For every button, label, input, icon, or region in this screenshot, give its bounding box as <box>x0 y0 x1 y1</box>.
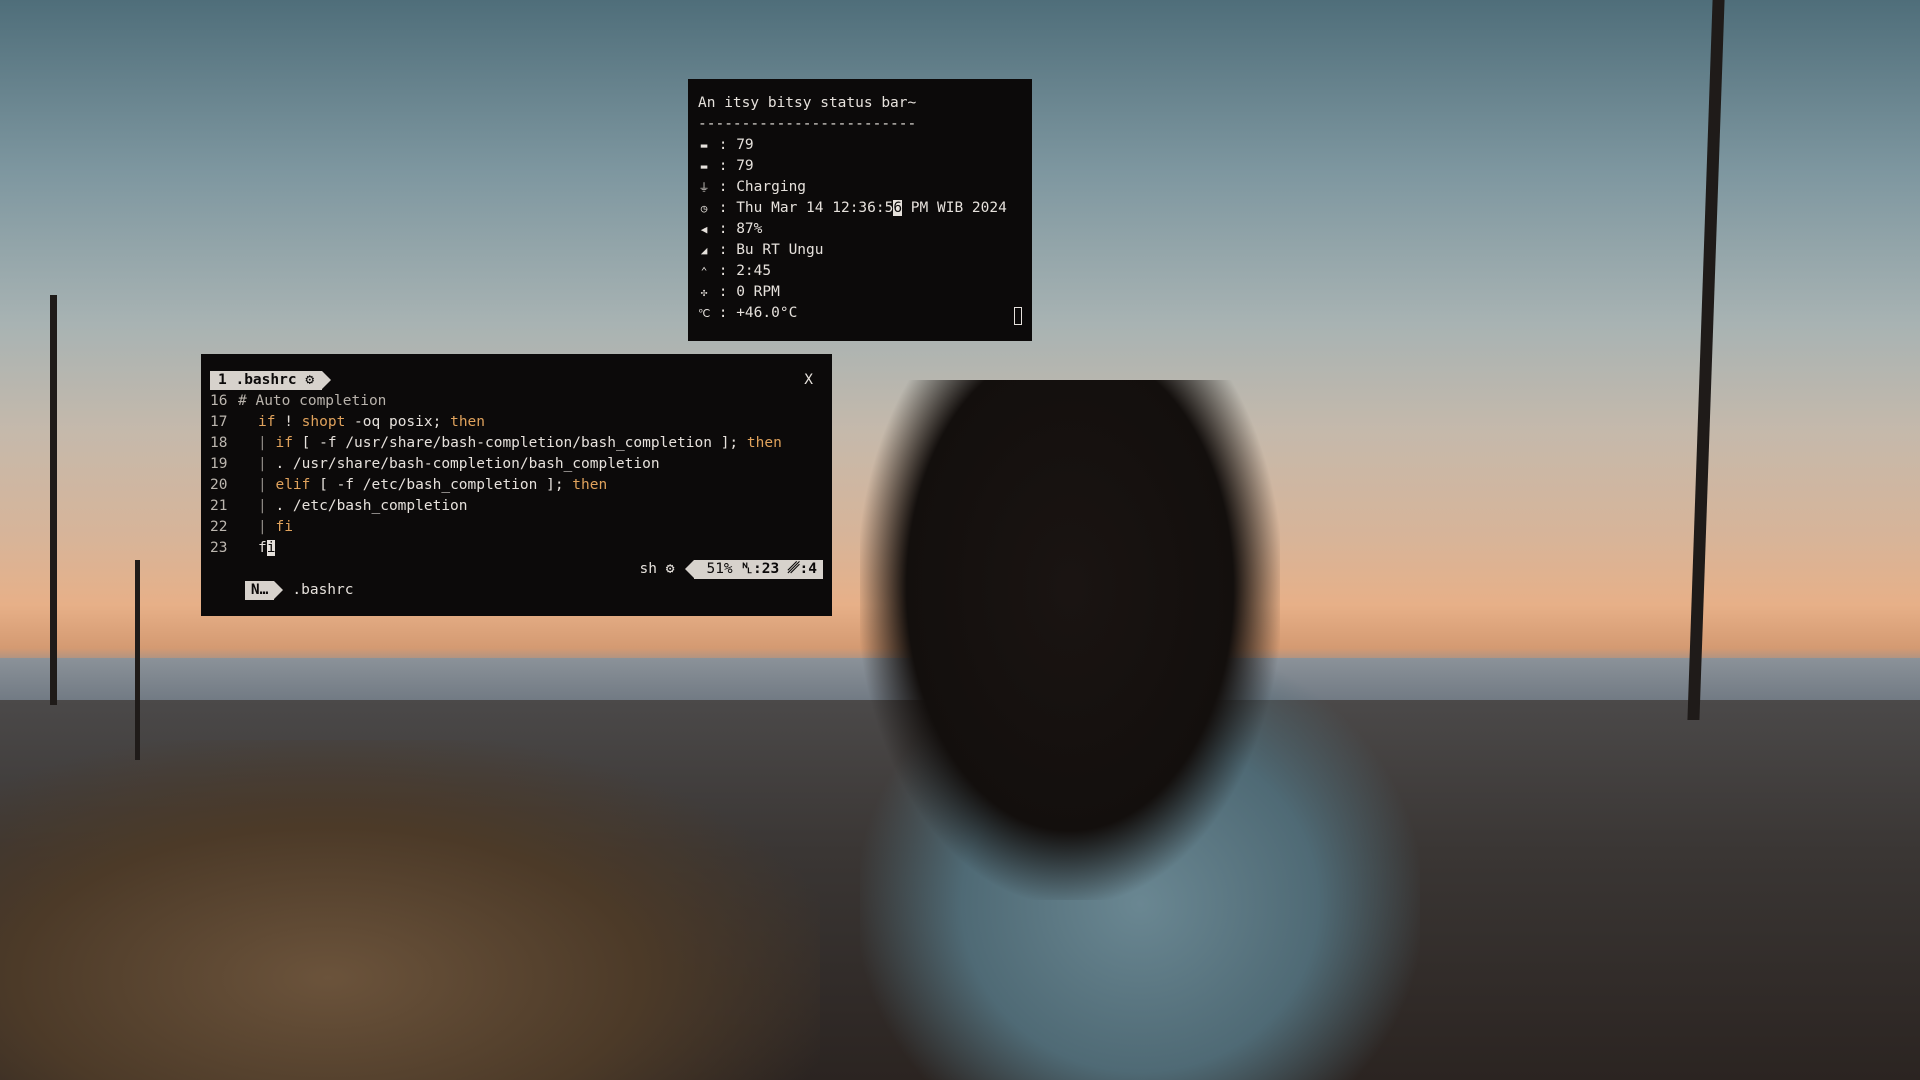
battery-value: 79 <box>736 158 754 174</box>
code-text: | elif [ -f /etc/bash_completion ]; then <box>258 477 608 493</box>
uptime-value: 2:45 <box>736 263 772 279</box>
clock-icon: ◷ <box>700 202 708 215</box>
gear-icon: ⚙ <box>305 372 315 388</box>
code-line[interactable]: 16 # Auto completion <box>210 391 823 412</box>
memory-value: 79 <box>736 137 754 153</box>
memory-icon: ▬ <box>700 139 708 152</box>
mode-indicator: N… <box>244 581 285 600</box>
status-row-temperature: ℃ : +46.0°C <box>698 303 1022 324</box>
status-row-fan: ✣ : 0 RPM <box>698 282 1022 303</box>
status-row-wifi: ◢ : Bu RT Ungu <box>698 240 1022 261</box>
code-text-with-cursor: fi <box>258 540 276 556</box>
status-row-uptime: ⌃ : 2:45 <box>698 261 1022 282</box>
line-number: 17 <box>210 414 228 430</box>
plug-icon: ⏚ <box>698 181 710 194</box>
temperature-value: +46.0°C <box>736 305 798 321</box>
wallpaper-person-hair <box>860 380 1280 900</box>
code-line[interactable]: 18 | if [ -f /usr/share/bash-completion/b… <box>210 433 823 454</box>
line-number: 23 <box>210 540 228 556</box>
status-row-volume: ◀ : 87% <box>698 219 1022 240</box>
fan-value: 0 RPM <box>736 284 780 300</box>
code-line[interactable]: 23 fi <box>210 538 823 559</box>
status-bar-window[interactable]: An itsy bitsy status bar~ --------------… <box>688 79 1032 341</box>
temperature-icon: ℃ <box>698 307 711 320</box>
clock-value-end: PM WIB 2024 <box>902 200 1007 216</box>
wifi-signal-icon: ◢ <box>700 244 708 257</box>
line-number: 22 <box>210 519 228 535</box>
terminal-cursor <box>1014 307 1022 325</box>
tab-bashrc[interactable]: 1 .bashrc ⚙ <box>210 371 332 390</box>
code-text: | . /etc/bash_completion <box>258 498 468 514</box>
status-title: An itsy bitsy status bar~ <box>698 95 917 111</box>
code-text: | fi <box>258 519 293 535</box>
battery-icon: ▬ <box>700 160 708 173</box>
code-line[interactable]: 19 | . /usr/share/bash-completion/bash_co… <box>210 454 823 475</box>
status-row-memory: ▬ : 79 <box>698 135 1022 156</box>
line-number: 18 <box>210 435 228 451</box>
line-number: 21 <box>210 498 228 514</box>
vim-editor-window[interactable]: 1 .bashrc ⚙ X 16 # Auto completion 17 if !… <box>201 354 832 616</box>
line-number: 20 <box>210 477 228 493</box>
line-number: 16 <box>210 393 228 409</box>
status-row-battery: ▬ : 79 <box>698 156 1022 177</box>
wallpaper-lamp-right <box>1687 0 1725 720</box>
power-value: Charging <box>736 179 807 195</box>
code-line[interactable]: 22 | fi <box>210 517 823 538</box>
volume-icon: ◀ <box>700 223 708 236</box>
code-text: | if [ -f /usr/share/bash-completion/bas… <box>258 435 782 451</box>
close-tab-button[interactable]: X <box>804 370 813 391</box>
status-row-clock: ◷ : Thu Mar 14 12:36:56 PM WIB 2024 <box>698 198 1022 219</box>
status-row-power: ⏚ : Charging <box>698 177 1022 198</box>
filetype-indicator: sh ⚙ <box>639 561 675 577</box>
code-text: if ! shopt -oq posix; then <box>258 414 486 430</box>
vim-statusline: N… .bashrc sh ⚙ 51% ␤:23 ␥:4 <box>210 559 823 600</box>
status-divider: ------------------------- <box>698 116 917 132</box>
statusline-filename: .bashrc <box>292 582 354 598</box>
wallpaper-lamp-left <box>50 295 57 705</box>
wallpaper-sign-post <box>135 560 140 760</box>
vim-tabline: 1 .bashrc ⚙ X <box>210 370 823 391</box>
wifi-value: Bu RT Ungu <box>736 242 824 258</box>
cursor-position: 51% ␤:23 ␥:4 <box>685 560 823 579</box>
code-line[interactable]: 20 | elif [ -f /etc/bash_completion ]; th… <box>210 475 823 496</box>
clock-value-start: Thu Mar 14 12:36:5 <box>736 200 894 216</box>
line-col: ␤:23 ␥:4 <box>741 561 817 577</box>
fan-icon: ✣ <box>700 286 708 299</box>
code-line[interactable]: 17 if ! shopt -oq posix; then <box>210 412 823 433</box>
code-line[interactable]: 21 | . /etc/bash_completion <box>210 496 823 517</box>
text-cursor: 6 <box>893 200 903 216</box>
wallpaper-grass <box>0 740 820 1080</box>
statusline-right: sh ⚙ 51% ␤:23 ␥:4 <box>640 559 823 580</box>
code-text: | . /usr/share/bash-completion/bash_comp… <box>258 456 660 472</box>
volume-value: 87% <box>736 221 763 237</box>
line-number: 19 <box>210 456 228 472</box>
percent-through-file: 51% <box>706 561 733 577</box>
code-text: # Auto completion <box>238 393 387 409</box>
uptime-icon: ⌃ <box>700 265 708 278</box>
